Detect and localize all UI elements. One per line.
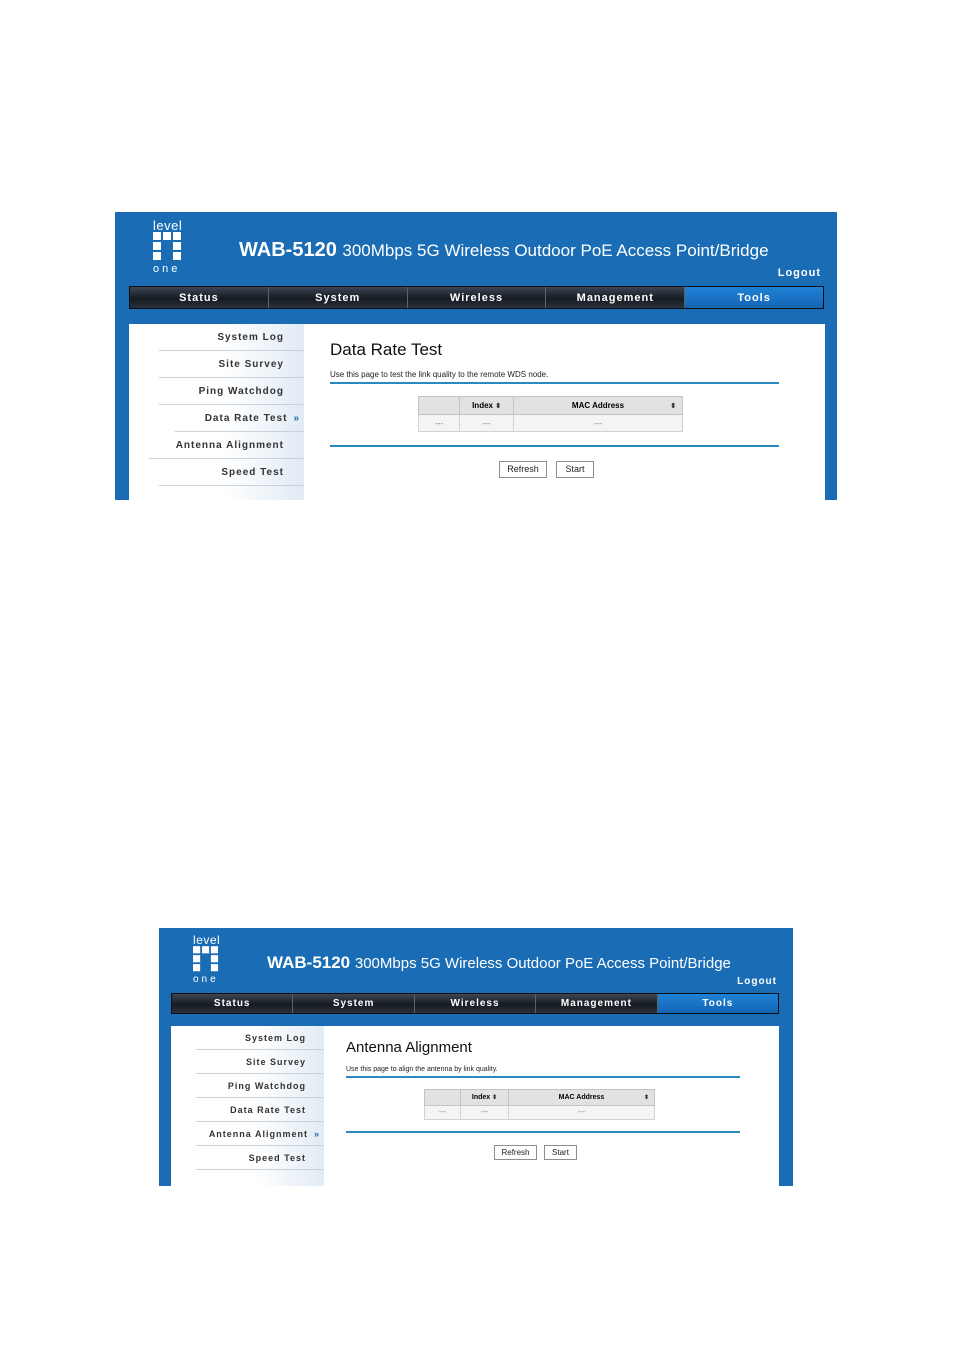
sort-icon: ⬍ <box>670 402 676 410</box>
sidebar-item-label: Speed Test <box>221 466 284 478</box>
sidebar-item-data-rate-test[interactable]: Data Rate Test <box>196 1098 324 1122</box>
refresh-button[interactable]: Refresh <box>494 1145 537 1160</box>
divider-top <box>346 1076 740 1078</box>
column-header-label: MAC Address <box>558 1094 605 1101</box>
table-cell: --- <box>424 1105 461 1120</box>
column-header-select <box>418 396 460 415</box>
product-heading: WAB-5120 300Mbps 5G Wireless Outdoor PoE… <box>267 953 731 973</box>
sidebar-item-label: Antenna Alignment <box>208 1128 308 1139</box>
refresh-button[interactable]: Refresh <box>499 461 547 478</box>
start-button[interactable]: Start <box>556 461 594 478</box>
sidebar-item-label: Site Survey <box>245 1056 306 1067</box>
nav-tab-status[interactable]: Status <box>130 287 269 308</box>
column-header-mac-address[interactable]: MAC Address ⬍ <box>513 396 683 415</box>
sidebar-item-site-survey[interactable]: Site Survey <box>196 1050 324 1074</box>
table-cell: --- <box>508 1105 655 1120</box>
sidebar-item-label: Data Rate Test <box>230 1104 306 1115</box>
sidebar-item-speed-test[interactable]: Speed Test <box>159 459 304 486</box>
screenshot-antenna-alignment: level one WAB-5120 300Mbps 5G Wireless O… <box>159 928 793 1186</box>
nav-tab-management[interactable]: Management <box>546 287 686 308</box>
logo-text-level: level <box>153 218 183 233</box>
sidebar-item-antenna-alignment[interactable]: Antenna Alignment <box>149 432 304 459</box>
levelone-logo: level one <box>153 219 191 275</box>
sidebar-item-label: Data Rate Test <box>204 412 288 424</box>
logo-text-one: one <box>153 263 181 275</box>
sidebar-item-label: Antenna Alignment <box>175 439 284 451</box>
divider-bottom <box>346 1131 740 1133</box>
logo-text-level: level <box>193 933 221 947</box>
sidebar-item-data-rate-test[interactable]: Data Rate Test » <box>175 405 304 432</box>
tools-sidebar: System Log Site Survey Ping Watchdog Dat… <box>129 324 304 500</box>
main-nav: Status System Wireless Management Tools <box>129 286 824 309</box>
page-title: Antenna Alignment <box>346 1039 472 1056</box>
product-heading: WAB-5120 300Mbps 5G Wireless Outdoor PoE… <box>239 239 769 262</box>
tools-sidebar: System Log Site Survey Ping Watchdog Dat… <box>171 1026 324 1186</box>
page-description: Use this page to test the link quality t… <box>330 370 549 379</box>
logout-link[interactable]: Logout <box>737 976 777 987</box>
logo-text-one: one <box>193 974 219 985</box>
table-row: --- --- --- <box>418 414 683 432</box>
sidebar-item-label: System Log <box>217 331 284 343</box>
sidebar-item-label: Ping Watchdog <box>198 385 284 397</box>
sidebar-item-label: Speed Test <box>248 1152 306 1163</box>
link-table: Index ⬍ MAC Address ⬍ --- --- --- <box>418 396 683 432</box>
sidebar-item-label: Site Survey <box>218 358 284 370</box>
nav-tab-wireless[interactable]: Wireless <box>415 994 537 1013</box>
sidebar-item-label: Ping Watchdog <box>227 1080 306 1091</box>
nav-tab-management[interactable]: Management <box>536 994 658 1013</box>
column-header-index[interactable]: Index ⬍ <box>460 1089 509 1106</box>
sidebar-item-site-survey[interactable]: Site Survey <box>159 351 304 378</box>
active-indicator-icon: » <box>313 1128 320 1139</box>
sidebar-item-antenna-alignment[interactable]: Antenna Alignment » <box>196 1122 324 1146</box>
link-table: Index ⬍ MAC Address ⬍ --- --- --- <box>424 1089 655 1120</box>
nav-tab-system[interactable]: System <box>269 287 408 308</box>
product-model: WAB-5120 <box>267 953 351 972</box>
content-area: System Log Site Survey Ping Watchdog Dat… <box>171 1026 779 1186</box>
logout-link[interactable]: Logout <box>778 267 821 279</box>
table-cell: --- <box>459 414 514 432</box>
divider-top <box>330 382 779 384</box>
table-cell: --- <box>513 414 683 432</box>
product-model: WAB-5120 <box>239 239 337 261</box>
column-header-index[interactable]: Index ⬍ <box>459 396 514 415</box>
nav-tab-status[interactable]: Status <box>172 994 294 1013</box>
sort-icon: ⬍ <box>492 1095 498 1101</box>
column-header-label: MAC Address <box>571 401 625 410</box>
product-description: 300Mbps 5G Wireless Outdoor PoE Access P… <box>354 955 731 972</box>
product-description: 300Mbps 5G Wireless Outdoor PoE Access P… <box>342 241 769 260</box>
column-header-label: Index <box>472 401 493 410</box>
sidebar-item-system-log[interactable]: System Log <box>196 1026 324 1050</box>
page-description: Use this page to align the antenna by li… <box>346 1066 498 1073</box>
screenshot-data-rate-test: level one WAB-5120 300Mbps 5G Wireless O… <box>115 212 837 500</box>
table-row: --- --- --- <box>424 1105 655 1120</box>
sidebar-item-ping-watchdog[interactable]: Ping Watchdog <box>196 1074 324 1098</box>
column-header-label: Index <box>471 1094 491 1101</box>
sort-icon: ⬍ <box>644 1095 649 1101</box>
sidebar-item-system-log[interactable]: System Log <box>159 324 304 351</box>
sort-icon: ⬍ <box>495 402 501 410</box>
nav-tab-wireless[interactable]: Wireless <box>408 287 547 308</box>
table-header-row: Index ⬍ MAC Address ⬍ <box>424 1089 655 1106</box>
start-button[interactable]: Start <box>544 1145 577 1160</box>
logo-mark-icon <box>153 232 191 264</box>
page-title: Data Rate Test <box>330 340 443 359</box>
column-header-mac-address[interactable]: MAC Address ⬍ <box>508 1089 655 1106</box>
sidebar-item-ping-watchdog[interactable]: Ping Watchdog <box>159 378 304 405</box>
nav-tab-system[interactable]: System <box>293 994 415 1013</box>
nav-tab-tools[interactable]: Tools <box>685 287 823 308</box>
active-indicator-icon: » <box>293 412 300 424</box>
logo-mark-icon <box>193 946 227 975</box>
main-nav: Status System Wireless Management Tools <box>171 993 779 1014</box>
table-cell: --- <box>418 414 460 432</box>
sidebar-item-speed-test[interactable]: Speed Test <box>196 1146 324 1170</box>
divider-bottom <box>330 445 779 447</box>
content-area: System Log Site Survey Ping Watchdog Dat… <box>129 324 825 500</box>
sidebar-item-label: System Log <box>244 1032 306 1043</box>
levelone-logo: level one <box>193 934 227 985</box>
nav-tab-tools[interactable]: Tools <box>657 994 779 1013</box>
column-header-select <box>424 1089 461 1106</box>
table-cell: --- <box>460 1105 509 1120</box>
table-header-row: Index ⬍ MAC Address ⬍ <box>418 396 683 415</box>
